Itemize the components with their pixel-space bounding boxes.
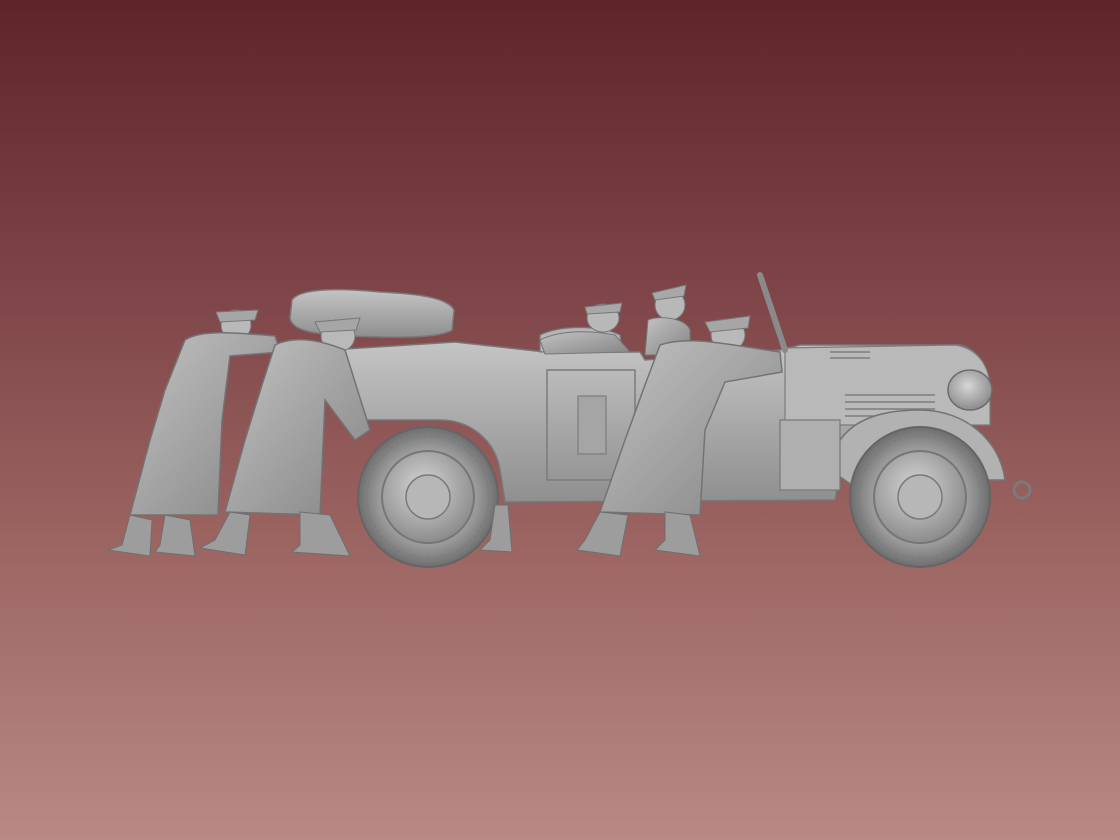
folded-canvas-top — [289, 288, 455, 338]
side-toolbox — [779, 419, 841, 491]
headlight — [947, 369, 993, 411]
front-wheel — [849, 426, 991, 568]
door-panel — [577, 395, 607, 455]
windshield-post — [757, 272, 788, 353]
rear-wheel — [357, 426, 499, 568]
model-render — [107, 272, 1032, 568]
tow-hook — [1012, 480, 1032, 500]
render-viewport — [0, 0, 1120, 840]
